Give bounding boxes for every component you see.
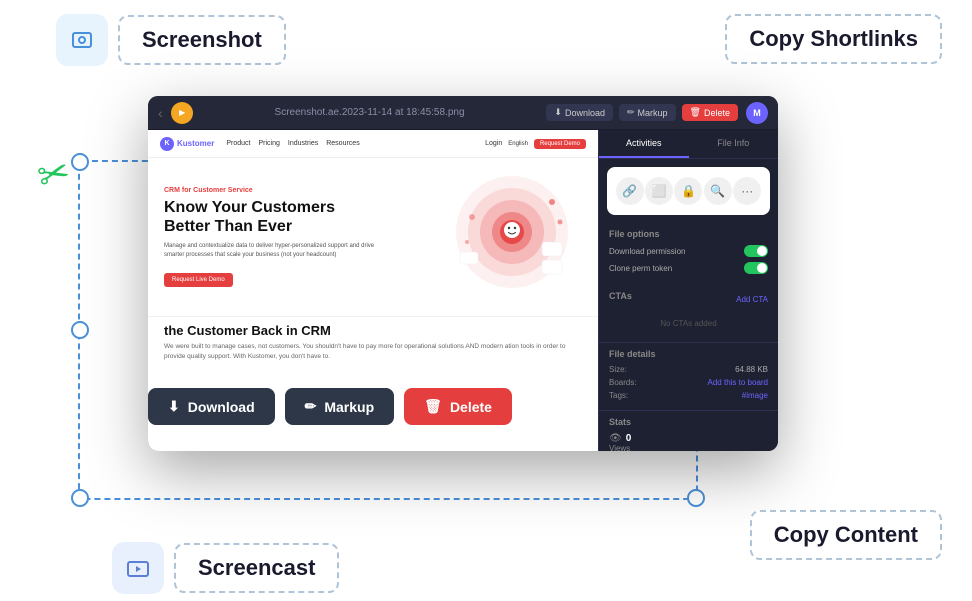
handle-ml[interactable] [71, 321, 89, 339]
download-permission-toggle[interactable] [744, 245, 768, 257]
screenshot-label-box: Screenshot [118, 15, 286, 65]
scissors-icon: ✂ [33, 149, 75, 201]
nav-login: Login [485, 140, 502, 147]
tags-row: Tags: #image [609, 391, 768, 400]
clone-perm-row: Clone perm token [609, 262, 768, 274]
screencast-label-text: Screencast [198, 555, 315, 580]
add-cta-link[interactable]: Add CTA [736, 295, 768, 304]
views-label: Views [609, 444, 768, 451]
download-permission-row: Download permission [609, 245, 768, 257]
kustomer-nav-right: Login English Request Demo [485, 139, 586, 149]
kustomer-nav: K Kustomer Product Pricing Industries Re… [148, 130, 598, 158]
play-button[interactable] [171, 102, 193, 124]
download-icon-hdr: ⬇ [554, 107, 562, 118]
download-icon: ⬇ [168, 398, 180, 415]
hero-cta-btn[interactable]: Request Live Demo [164, 273, 233, 287]
section-desc: We were built to manage cases, not custo… [164, 342, 582, 362]
views-row: 👁 0 [609, 433, 768, 444]
delete-icon: 🗑 [424, 398, 442, 415]
back-button[interactable]: ‹ [158, 105, 163, 121]
nav-resources: Resources [326, 140, 359, 147]
right-panel: Activities File Info 🔗 ⬜ 🔒 🔍 ··· File op… [598, 130, 778, 451]
kustomer-logo-mark: K [160, 137, 174, 151]
ctas-title: CTAs [609, 291, 632, 301]
bottom-toolbar: ⬇ Download ✏ Markup 🗑 Delete [148, 388, 512, 425]
file-details-section: File details Size: 64.88 KB Boards: Add … [599, 342, 778, 410]
tab-file-info[interactable]: File Info [689, 130, 779, 158]
nav-lang: English [508, 141, 528, 147]
eye-icon: 👁 [609, 433, 622, 444]
screenshot-icon [56, 14, 108, 66]
panel-tabs: Activities File Info [599, 130, 778, 159]
user-avatar[interactable]: M [746, 102, 768, 124]
markup-button[interactable]: ✏ Markup [285, 388, 395, 425]
section-title: the Customer Back in CRM [164, 323, 582, 338]
download-button[interactable]: ⬇ Download [148, 388, 275, 425]
tags-label: Tags: [609, 391, 628, 400]
clone-perm-label: Clone perm token [609, 264, 672, 273]
clone-perm-toggle[interactable] [744, 262, 768, 274]
screenshot-label-container: Screenshot [56, 14, 286, 66]
size-value: 64.88 KB [735, 365, 768, 374]
screencast-icon [112, 542, 164, 594]
kustomer-nav-links: Product Pricing Industries Resources [226, 140, 359, 147]
screenshot-label-text: Screenshot [142, 27, 262, 52]
boards-row: Boards: Add this to board [609, 378, 768, 387]
hero-text: CRM for Customer Service Know Your Custo… [164, 187, 394, 287]
tags-value[interactable]: #image [742, 391, 768, 400]
nav-industries: Industries [288, 140, 318, 147]
copy-content-box[interactable]: Copy Content [750, 510, 942, 560]
copy-shortlinks-box[interactable]: Copy Shortlinks [725, 14, 942, 64]
header-actions: ⬇ Download ✏ Markup 🗑 Delete [546, 104, 738, 121]
hero-subtitle: CRM for Customer Service [164, 187, 394, 194]
views-count: 0 [626, 433, 632, 444]
kustomer-logo: K Kustomer [160, 137, 214, 151]
copy-content-label: Copy Content [774, 522, 918, 547]
delete-icon-hdr: 🗑 [690, 107, 701, 118]
nav-product: Product [226, 140, 250, 147]
panel-icon-buttons: 🔗 ⬜ 🔒 🔍 ··· [607, 167, 770, 215]
ctas-section: CTAs Add CTA No CTAs added [599, 285, 778, 342]
hero-title: Know Your Customers Better Than Ever [164, 198, 394, 236]
size-row: Size: 64.88 KB [609, 365, 768, 374]
delete-button[interactable]: 🗑 Delete [404, 388, 512, 425]
kustomer-hero: CRM for Customer Service Know Your Custo… [148, 158, 598, 316]
no-ctas-text: No CTAs added [609, 311, 768, 336]
boards-label: Boards: [609, 378, 637, 387]
image-icon-btn[interactable]: ⬜ [645, 177, 673, 205]
more-icon-btn[interactable]: ··· [733, 177, 761, 205]
header-download-btn[interactable]: ⬇ Download [546, 104, 613, 121]
copy-shortlinks-label: Copy Shortlinks [749, 26, 918, 51]
size-label: Size: [609, 365, 627, 374]
link-icon-btn[interactable]: 🔗 [616, 177, 644, 205]
file-options-section: File options Download permission Clone p… [599, 223, 778, 285]
bottom-section: the Customer Back in CRM We were built t… [148, 316, 598, 368]
markup-icon: ✏ [305, 398, 317, 415]
search-icon-btn[interactable]: 🔍 [704, 177, 732, 205]
markup-icon-hdr: ✏ [627, 107, 635, 118]
app-header: ‹ Screenshot.ae.2023-11-14 at 18:45:58.p… [148, 96, 778, 130]
hero-description: Manage and contextualize data to deliver… [164, 242, 394, 260]
nav-pricing: Pricing [258, 140, 279, 147]
download-permission-label: Download permission [609, 247, 685, 256]
hero-graphic [452, 172, 582, 302]
screencast-label-container: Screencast [112, 542, 339, 594]
lock-icon-btn[interactable]: 🔒 [674, 177, 702, 205]
handle-bl[interactable] [71, 489, 89, 507]
stats-title: Stats [609, 417, 768, 427]
filename-label: Screenshot.ae.2023-11-14 at 18:45:58.png [201, 107, 539, 118]
handle-br[interactable] [687, 489, 705, 507]
file-details-title: File details [609, 349, 768, 359]
stats-section: Stats 👁 0 Views [599, 410, 778, 451]
header-markup-btn[interactable]: ✏ Markup [619, 104, 676, 121]
tab-activities[interactable]: Activities [599, 130, 689, 158]
boards-value[interactable]: Add this to board [708, 378, 768, 387]
ctas-header: CTAs Add CTA [609, 291, 768, 307]
handle-tl[interactable] [71, 153, 89, 171]
header-delete-btn[interactable]: 🗑 Delete [682, 104, 738, 121]
file-options-title: File options [609, 229, 768, 239]
screencast-label-box: Screencast [174, 543, 339, 593]
nav-demo-btn[interactable]: Request Demo [534, 139, 586, 149]
